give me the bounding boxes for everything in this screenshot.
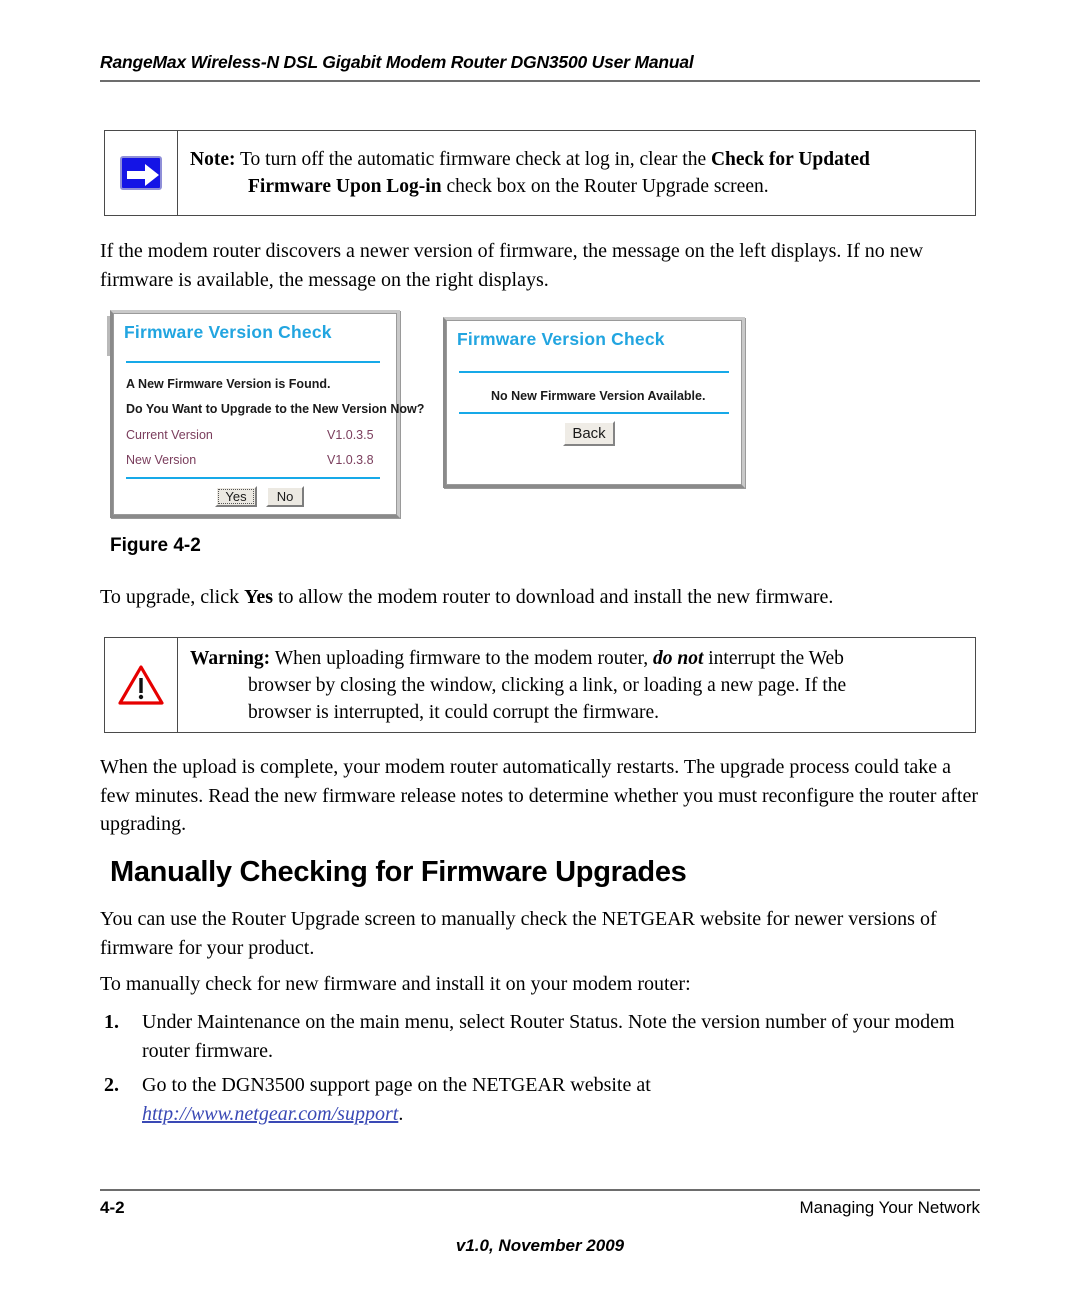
warning-callout: Warning: When uploading firmware to the …: [104, 637, 976, 733]
right-dialog-title: Firmware Version Check: [457, 329, 665, 349]
blue-right-arrow-icon: [120, 156, 162, 190]
section-paragraph-2: To manually check for new firmware and i…: [100, 973, 691, 995]
left-dialog-message-2: Do You Want to Upgrade to the New Versio…: [126, 402, 425, 416]
warning-line1-italic: do not: [652, 647, 704, 669]
warning-line1-tail: interrupt the Web: [703, 647, 844, 669]
section-heading: Manually Checking for Firmware Upgrades: [110, 856, 687, 888]
warning-body: Warning: When uploading firmware to the …: [178, 638, 975, 732]
left-dialog-frame: Firmware Version Check A New Firmware Ve…: [113, 313, 424, 515]
intro-paragraph: If the modem router discovers a newer ve…: [100, 240, 924, 291]
left-dialog-row-label-1: New Version: [126, 453, 197, 467]
list-item-number: 2.: [104, 1074, 119, 1096]
left-dialog-message-1: A New Firmware Version is Found.: [126, 377, 331, 391]
note-body: Note: To turn off the automatic firmware…: [178, 131, 975, 215]
note-line1-rest: To turn off the automatic firmware check…: [235, 149, 711, 170]
list-item-text-trailing: .: [398, 1102, 404, 1125]
upgrade-paragraph: To upgrade, click Yes to allow the modem…: [100, 583, 980, 612]
left-dialog-row-value-0: V1.0.3.5: [327, 428, 374, 442]
note-line1-bold: Check for Updated: [710, 149, 870, 170]
support-url-link[interactable]: http://www.netgear.com/support: [142, 1103, 398, 1125]
note-callout: Note: To turn off the automatic firmware…: [104, 130, 976, 216]
list-item: 2. Go to the DGN3500 support page on the…: [100, 1071, 980, 1128]
footer-divider: [100, 1189, 980, 1191]
red-warning-triangle-icon: [117, 663, 165, 707]
back-button[interactable]: Back: [563, 421, 615, 446]
yes-button[interactable]: Yes: [215, 486, 257, 507]
left-dialog-row-label-0: Current Version: [126, 428, 213, 442]
no-button[interactable]: No: [266, 486, 304, 507]
header-title: RangeMax Wireless-N DSL Gigabit Modem Ro…: [100, 52, 694, 72]
warning-label: Warning:: [190, 647, 271, 669]
page-header: RangeMax Wireless-N DSL Gigabit Modem Ro…: [100, 52, 980, 82]
left-dialog-rule-top: [126, 361, 380, 363]
list-item-number: 1.: [104, 1011, 119, 1033]
left-dialog-screenshot: Firmware Version Check A New Firmware Ve…: [110, 310, 424, 518]
note-label: Note:: [190, 149, 236, 170]
footer-page-number: 4-2: [100, 1198, 125, 1217]
warning-line1-rest: When uploading firmware to the modem rou…: [270, 647, 653, 669]
document-page: RangeMax Wireless-N DSL Gigabit Modem Ro…: [0, 0, 1080, 1296]
right-dialog-message: No New Firmware Version Available.: [491, 389, 706, 403]
right-dialog-frame: Firmware Version Check No New Firmware V…: [446, 320, 742, 485]
figure-caption: Figure 4-2: [110, 535, 201, 556]
note-icon-cell: [105, 131, 178, 215]
note-line2-rest: check box on the Router Upgrade screen.: [441, 176, 769, 197]
left-dialog-title: Firmware Version Check: [124, 322, 332, 342]
note-text: Note: To turn off the automatic firmware…: [190, 146, 870, 200]
list-item-text: Go to the DGN3500 support page on the NE…: [100, 1071, 980, 1128]
left-dialog-rule-bottom: [126, 477, 380, 479]
header-divider: [100, 80, 980, 82]
list-item-text: Under Maintenance on the main menu, sele…: [142, 1011, 955, 1062]
list-item: 1. Under Maintenance on the main menu, s…: [100, 1008, 980, 1065]
upgrade-bold-yes: Yes: [244, 586, 273, 608]
warning-line2: browser by closing the window, clicking …: [248, 674, 847, 696]
right-dialog-screenshot: Firmware Version Check No New Firmware V…: [443, 317, 745, 488]
footer-section-title: Managing Your Network: [799, 1198, 980, 1217]
warning-icon-cell: [105, 638, 178, 732]
upgrade-after: to allow the modem router to download an…: [273, 586, 834, 608]
section-paragraph-1: You can use the Router Upgrade screen to…: [100, 908, 937, 959]
warning-line3: browser is interrupted, it could corrupt…: [248, 701, 659, 723]
footer-version: v1.0, November 2009: [455, 1236, 625, 1255]
left-dialog-row-value-1: V1.0.3.8: [327, 453, 374, 467]
right-dialog-rule-top: [459, 371, 729, 373]
right-dialog-rule-bottom: [459, 412, 729, 414]
warning-text: Warning: When uploading firmware to the …: [190, 645, 846, 726]
list-item-text-lead: Go to the DGN3500 support page on the NE…: [142, 1074, 651, 1096]
restart-paragraph: When the upload is complete, your modem …: [100, 756, 978, 835]
upgrade-before: To upgrade, click: [100, 586, 245, 608]
note-line2-bold: Firmware Upon Log-in: [248, 176, 442, 197]
